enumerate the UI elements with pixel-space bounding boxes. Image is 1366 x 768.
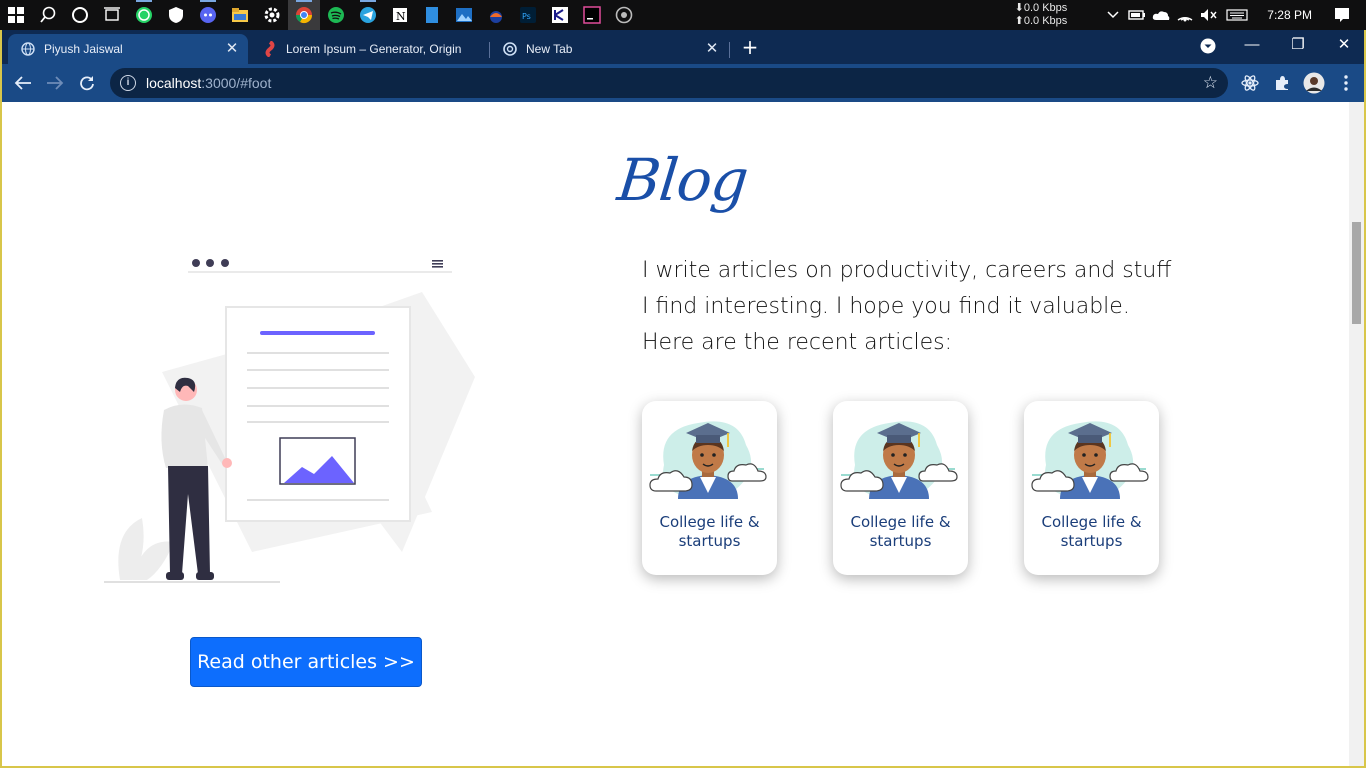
chrome-menu-icon[interactable]: [1334, 71, 1358, 95]
shield-icon[interactable]: [160, 0, 192, 30]
battery-icon[interactable]: [1125, 0, 1149, 30]
blog-illustration: [102, 252, 482, 596]
lorem-ipsum-favicon-icon: [262, 41, 278, 57]
notification-icon[interactable]: [1330, 0, 1354, 30]
bookmark-star-icon[interactable]: ☆: [1203, 73, 1218, 93]
article-card[interactable]: College life & startups: [1024, 401, 1159, 575]
chrome-icon[interactable]: [288, 0, 320, 30]
tab-strip: Piyush Jaiswal ✕ Lorem Ipsum – Generator…: [2, 30, 1364, 64]
tab-title: Piyush Jaiswal: [44, 42, 123, 56]
svg-text:Ps: Ps: [522, 12, 531, 21]
close-tab-icon[interactable]: ✕: [224, 40, 240, 58]
reload-icon[interactable]: [74, 71, 100, 95]
graduate-avatar-icon: [1030, 415, 1150, 509]
browser-toolbar: i localhost:3000/#foot ☆: [2, 64, 1364, 102]
react-devtools-icon[interactable]: [1238, 71, 1262, 95]
article-card-title[interactable]: College life & startups: [1024, 513, 1159, 551]
kotlin-ide-icon[interactable]: [544, 0, 576, 30]
tab-title: Lorem Ipsum – Generator, Origin: [286, 42, 462, 56]
keyboard-icon[interactable]: [1221, 0, 1253, 30]
graduate-avatar-icon: [839, 415, 959, 509]
close-window-icon[interactable]: ✕: [1324, 34, 1364, 58]
tab-piyush-jaiswal[interactable]: Piyush Jaiswal ✕: [8, 34, 248, 64]
net-up-speed: ⬆0.0 Kbps: [1014, 15, 1068, 27]
windows-start-icon[interactable]: [0, 0, 32, 30]
article-card[interactable]: College life & startups: [833, 401, 968, 575]
blog-intro-text: I write articles on productivity, career…: [642, 258, 1172, 355]
scrollbar-thumb[interactable]: [1352, 222, 1361, 324]
system-clock[interactable]: 7:28 PM: [1267, 8, 1312, 22]
restore-window-icon[interactable]: ❐: [1278, 34, 1318, 58]
extensions-puzzle-icon[interactable]: [1270, 71, 1294, 95]
forward-arrow-icon[interactable]: [42, 71, 68, 95]
wifi-icon[interactable]: [1173, 0, 1197, 30]
article-card[interactable]: College life & startups: [642, 401, 777, 575]
brave-icon[interactable]: [480, 0, 512, 30]
new-tab-plus-icon[interactable]: +: [740, 37, 760, 58]
tab-search-dropdown-icon[interactable]: [1188, 34, 1228, 58]
blog-title: Blog: [614, 146, 751, 214]
jetbrains-icon[interactable]: [576, 0, 608, 30]
url-host: localhost: [146, 75, 202, 91]
notion-icon[interactable]: N: [384, 0, 416, 30]
page-scrollbar[interactable]: [1349, 102, 1364, 766]
settings-gear-icon[interactable]: [256, 0, 288, 30]
network-speed-meter: ⬇0.0 Kbps ⬆0.0 Kbps: [1015, 2, 1068, 28]
github-desktop-icon[interactable]: [608, 0, 640, 30]
site-info-icon[interactable]: i: [120, 75, 136, 91]
file-explorer-icon[interactable]: [224, 0, 256, 30]
system-tray: ⬇0.0 Kbps ⬆0.0 Kbps 7:28 PM: [1015, 0, 1366, 30]
minimize-window-icon[interactable]: —: [1232, 34, 1272, 58]
read-other-articles-button[interactable]: Read other articles >>: [190, 637, 422, 687]
article-card-title[interactable]: College life & startups: [833, 513, 968, 551]
web-page: Blog I write articles on productivity, c…: [0, 102, 1366, 768]
spotify-icon[interactable]: [320, 0, 352, 30]
url-path: :3000/#foot: [201, 75, 272, 91]
photos-icon[interactable]: [448, 0, 480, 30]
tab-separator: [729, 42, 730, 58]
tab-title: New Tab: [526, 42, 573, 56]
net-down-speed: ⬇0.0 Kbps: [1014, 2, 1068, 14]
chrome-favicon-icon: [502, 41, 518, 57]
globe-icon: [20, 41, 36, 57]
tab-lorem-ipsum[interactable]: Lorem Ipsum – Generator, Origin: [250, 34, 488, 64]
volume-muted-icon[interactable]: [1197, 0, 1221, 30]
photoshop-icon[interactable]: Ps: [512, 0, 544, 30]
graduate-avatar-icon: [648, 415, 768, 509]
task-view-icon[interactable]: [96, 0, 128, 30]
telegram-icon[interactable]: [352, 0, 384, 30]
profile-avatar[interactable]: [1302, 71, 1326, 95]
browser-chrome: Piyush Jaiswal ✕ Lorem Ipsum – Generator…: [0, 30, 1366, 102]
cortana-icon[interactable]: [64, 0, 96, 30]
tab-new-tab[interactable]: New Tab ✕: [490, 34, 728, 64]
url-text[interactable]: localhost:3000/#foot: [146, 75, 271, 91]
back-arrow-icon[interactable]: [10, 71, 36, 95]
windows-taskbar: N Ps ⬇0.0 Kbps ⬆0.0 Kbps 7:28 PM: [0, 0, 1366, 30]
whatsapp-icon[interactable]: [128, 0, 160, 30]
article-card-title[interactable]: College life & startups: [642, 513, 777, 551]
document-app-icon[interactable]: [416, 0, 448, 30]
onedrive-cloud-icon[interactable]: [1149, 0, 1173, 30]
search-icon[interactable]: [32, 0, 64, 30]
svg-text:N: N: [396, 10, 406, 23]
close-tab-icon[interactable]: ✕: [704, 40, 720, 58]
chevron-up-icon[interactable]: [1101, 0, 1125, 30]
discord-icon[interactable]: [192, 0, 224, 30]
address-bar[interactable]: i localhost:3000/#foot ☆: [110, 68, 1228, 98]
